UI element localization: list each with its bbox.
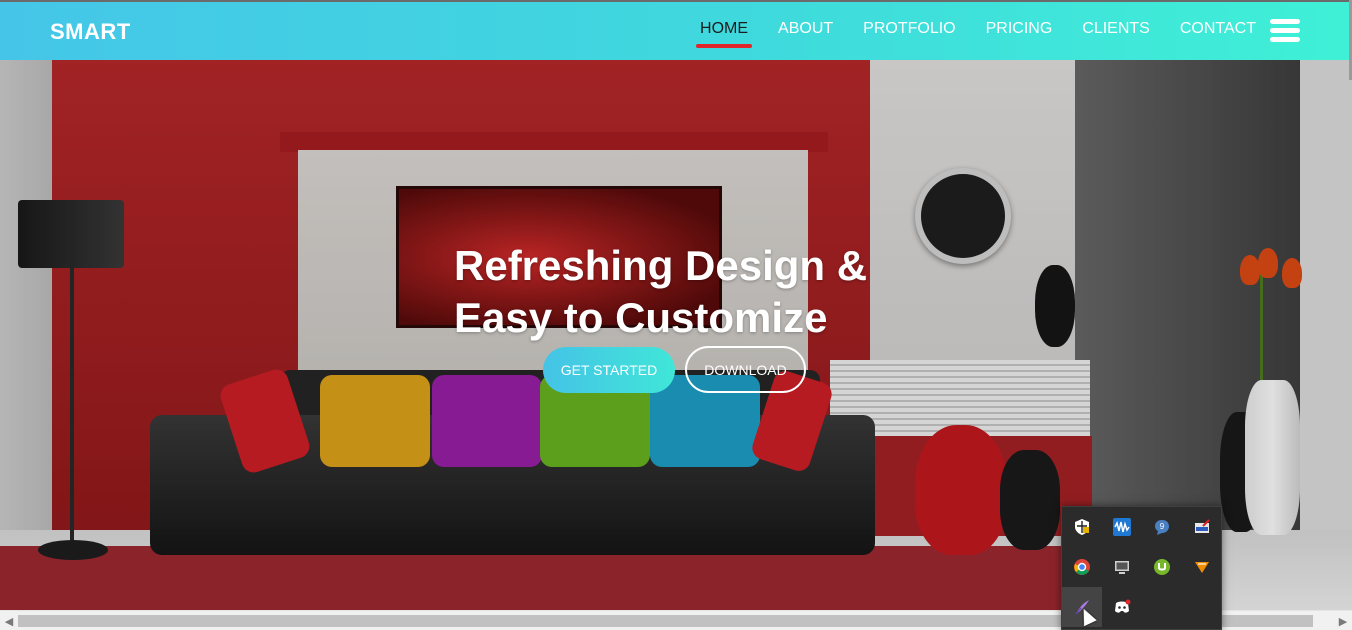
- audio-waveform-icon[interactable]: [1102, 507, 1142, 547]
- nav-home[interactable]: HOME: [696, 20, 753, 48]
- nav-clients[interactable]: CLIENTS: [1082, 20, 1150, 48]
- discord-icon[interactable]: [1102, 587, 1142, 627]
- chat-bubble-icon[interactable]: 9: [1142, 507, 1182, 547]
- scroll-left-arrow-icon[interactable]: ◀: [2, 614, 16, 628]
- network-adapter-icon[interactable]: [1182, 507, 1222, 547]
- site-header: SMART HOME ABOUT PROTFOLIO PRICING CLIEN…: [0, 0, 1352, 60]
- hero-title: Refreshing Design & Easy to Customize: [454, 240, 924, 344]
- nav-pricing[interactable]: PRICING: [986, 20, 1053, 48]
- nav-portfolio[interactable]: PROTFOLIO: [863, 20, 955, 48]
- brand-logo[interactable]: SMART: [50, 19, 131, 45]
- main-nav: HOME ABOUT PROTFOLIO PRICING CLIENTS CON…: [670, 20, 1256, 48]
- utorrent-icon[interactable]: [1142, 547, 1182, 587]
- scroll-right-arrow-icon[interactable]: ▶: [1336, 614, 1350, 628]
- svg-text:9: 9: [1160, 522, 1165, 531]
- hero-title-line-1: Refreshing Design &: [454, 242, 868, 289]
- chrome-icon[interactable]: [1062, 547, 1102, 587]
- get-started-button[interactable]: GET STARTED: [543, 347, 675, 393]
- browser-page: SMART HOME ABOUT PROTFOLIO PRICING CLIEN…: [0, 0, 1352, 630]
- nav-about[interactable]: ABOUT: [778, 20, 833, 48]
- monitor-icon[interactable]: [1102, 547, 1142, 587]
- security-shield-icon[interactable]: [1062, 507, 1102, 547]
- nav-contact[interactable]: CONTACT: [1180, 20, 1256, 48]
- hamburger-menu-icon[interactable]: [1270, 19, 1300, 43]
- vlc-icon[interactable]: [1182, 547, 1222, 587]
- download-button[interactable]: DOWNLOAD: [685, 346, 806, 393]
- hero-title-line-2: Easy to Customize: [454, 294, 828, 341]
